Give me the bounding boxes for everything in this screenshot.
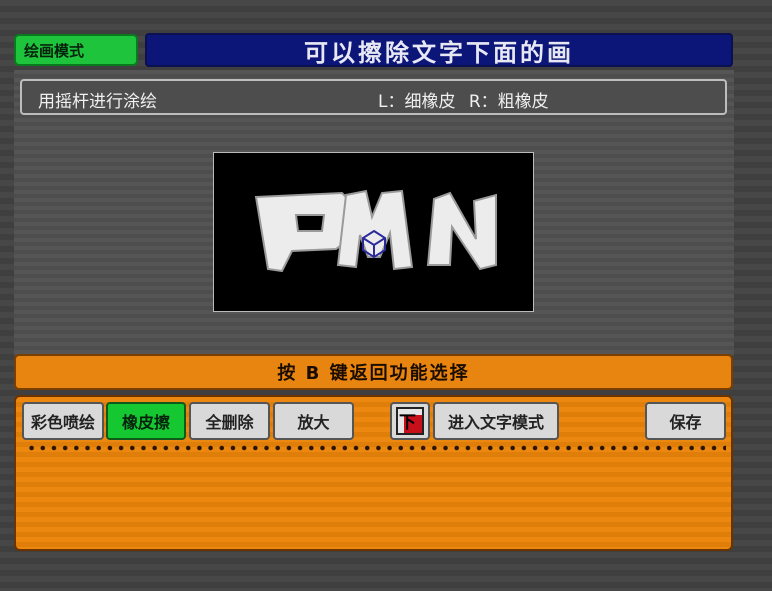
down-glyph: 下 — [399, 413, 416, 433]
canvas-drawing — [254, 189, 497, 273]
hint-joystick-text: 用摇杆进行涂绘 — [38, 92, 157, 112]
page-title: 可以擦除文字下面的画 — [145, 33, 733, 67]
text-mode-button[interactable]: 进入文字模式 — [433, 402, 559, 440]
zoom-button[interactable]: 放大 — [273, 402, 354, 440]
return-notice: 按 B 键返回功能选择 — [14, 354, 733, 390]
drawn-letter-n — [426, 191, 497, 271]
hint-eraser-sizes-text: L：细橡皮 R：粗橡皮 — [378, 92, 549, 112]
move-down-button[interactable]: 下 — [390, 402, 430, 440]
eraser-button[interactable]: 橡皮擦 — [106, 402, 186, 440]
down-arrow-icon: 下 — [396, 407, 424, 435]
drawing-canvas[interactable] — [213, 152, 534, 312]
color-spray-button[interactable]: 彩色喷绘 — [22, 402, 104, 440]
mode-badge: 绘画模式 — [14, 34, 138, 66]
dotted-divider — [26, 444, 726, 452]
clear-all-button[interactable]: 全删除 — [189, 402, 270, 440]
save-button[interactable]: 保存 — [645, 402, 726, 440]
hint-bar: 用摇杆进行涂绘 L：细橡皮 R：粗橡皮 — [20, 79, 727, 115]
